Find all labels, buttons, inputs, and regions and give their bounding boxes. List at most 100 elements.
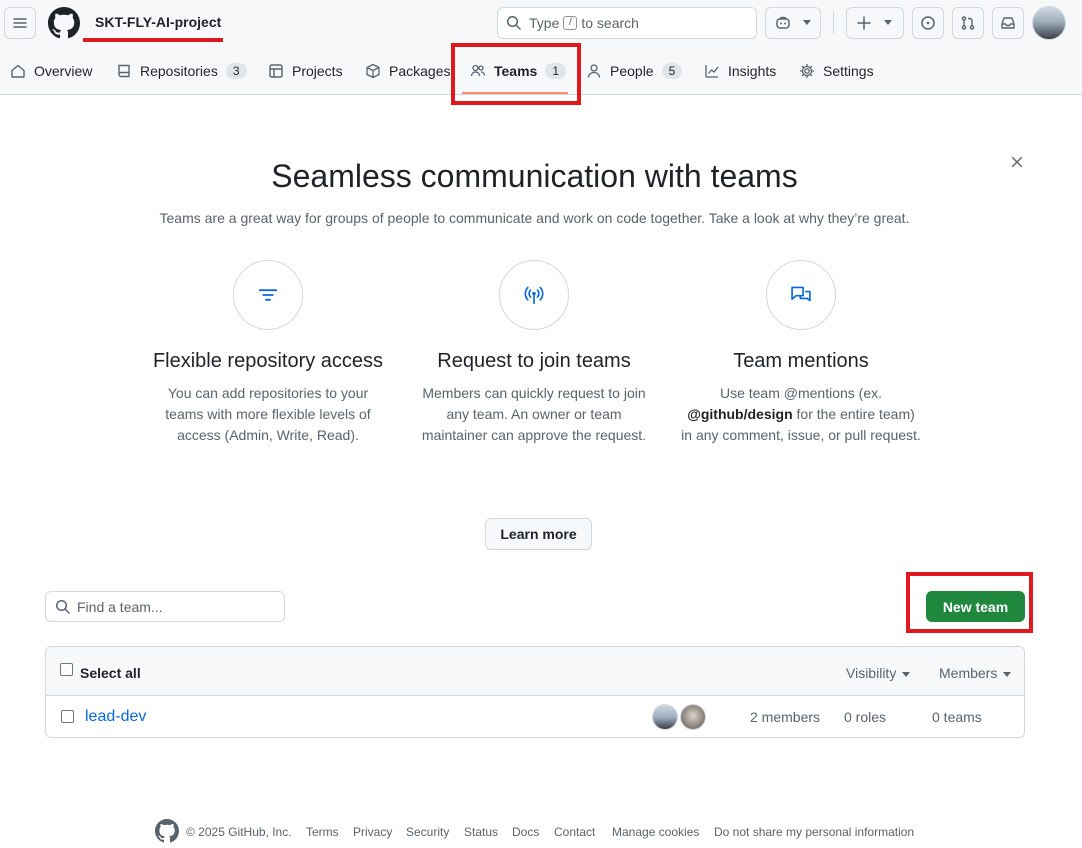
search-placeholder-pre: Type bbox=[529, 15, 560, 31]
search-shortcut-key: / bbox=[563, 16, 578, 30]
hero-title: Seamless communication with teams bbox=[271, 158, 798, 194]
chevron-down-icon bbox=[803, 20, 811, 25]
feature-request-join: Request to join teams Members can quickl… bbox=[414, 260, 654, 446]
tab-label: Overview bbox=[34, 63, 93, 79]
footer-link-status[interactable]: Status bbox=[464, 825, 498, 839]
comment-discussion-icon bbox=[791, 286, 811, 302]
inbox-button[interactable] bbox=[992, 7, 1024, 39]
feature-title: Flexible repository access bbox=[152, 350, 384, 372]
plus-icon bbox=[857, 16, 871, 30]
tab-repositories[interactable]: Repositories 3 bbox=[116, 52, 247, 90]
github-logo-icon bbox=[155, 819, 179, 843]
feature-team-mentions: Team mentions Use team @mentions (ex. @g… bbox=[681, 260, 921, 446]
chevron-down-icon bbox=[884, 20, 892, 25]
annotation-box-new-team bbox=[906, 572, 1033, 633]
table-icon bbox=[269, 64, 283, 78]
members-label: Members bbox=[939, 665, 998, 681]
person-icon bbox=[587, 64, 601, 78]
footer-link-terms[interactable]: Terms bbox=[306, 825, 339, 839]
header-divider bbox=[833, 12, 834, 34]
member-avatar[interactable] bbox=[680, 704, 706, 730]
broadcast-icon bbox=[524, 286, 544, 305]
graph-icon bbox=[705, 65, 719, 78]
footer-link-contact[interactable]: Contact bbox=[554, 825, 595, 839]
github-logo[interactable] bbox=[48, 7, 80, 39]
feature-description: Use team @mentions (ex. @github/design f… bbox=[681, 383, 921, 446]
issues-button[interactable] bbox=[912, 7, 944, 39]
annotation-box-teams-tab bbox=[451, 43, 581, 105]
teams-table: Select all Visibility Members lead-dev 2… bbox=[45, 646, 1025, 738]
search-placeholder-post: to search bbox=[581, 15, 639, 31]
select-all-label: Select all bbox=[80, 665, 141, 681]
tab-projects[interactable]: Projects bbox=[268, 52, 343, 90]
org-name-link[interactable]: SKT-FLY-AI-project bbox=[95, 14, 221, 30]
people-count: 5 bbox=[661, 63, 683, 79]
feature-icon-circle bbox=[499, 260, 569, 330]
mention-text-pre: Use team @mentions (ex. bbox=[719, 385, 883, 401]
learn-more-button[interactable]: Learn more bbox=[485, 518, 592, 550]
mention-example: @github/design bbox=[687, 406, 793, 422]
team-members-count[interactable]: 2 members bbox=[750, 709, 820, 725]
footer-link-security[interactable]: Security bbox=[406, 825, 449, 839]
copilot-icon bbox=[776, 16, 790, 29]
feature-description: Members can quickly request to join any … bbox=[421, 385, 647, 443]
hamburger-icon bbox=[13, 18, 27, 28]
menu-button[interactable] bbox=[4, 7, 36, 39]
team-row-checkbox[interactable] bbox=[61, 710, 74, 723]
tab-settings[interactable]: Settings bbox=[799, 52, 874, 90]
gear-icon bbox=[799, 63, 815, 79]
feature-title: Team mentions bbox=[733, 350, 869, 372]
chevron-down-icon bbox=[902, 671, 911, 677]
github-logo-icon bbox=[48, 7, 80, 39]
copilot-button[interactable] bbox=[765, 7, 821, 39]
tab-insights[interactable]: Insights bbox=[704, 52, 776, 90]
member-avatar[interactable] bbox=[652, 704, 678, 730]
pull-request-icon bbox=[961, 16, 975, 30]
chevron-down-icon bbox=[1003, 671, 1012, 677]
team-name-link[interactable]: lead-dev bbox=[85, 708, 146, 726]
tab-packages[interactable]: Packages bbox=[365, 52, 450, 90]
feature-description: You can add repositories to your teams w… bbox=[165, 385, 371, 443]
create-new-button[interactable] bbox=[846, 7, 904, 39]
close-icon[interactable] bbox=[1008, 153, 1026, 171]
tab-label: People bbox=[610, 63, 654, 79]
team-roles-count[interactable]: 0 roles bbox=[844, 709, 886, 725]
global-search-input[interactable]: Type / to search bbox=[497, 7, 757, 39]
inbox-icon bbox=[1001, 17, 1015, 29]
filter-icon bbox=[258, 289, 278, 301]
home-icon bbox=[11, 64, 25, 78]
find-team-input[interactable]: Find a team... bbox=[45, 591, 285, 622]
tab-label: Repositories bbox=[140, 63, 218, 79]
find-team-placeholder: Find a team... bbox=[77, 598, 163, 615]
package-icon bbox=[366, 63, 380, 79]
footer-github-logo[interactable] bbox=[155, 819, 179, 843]
footer-link-docs[interactable]: Docs bbox=[512, 825, 539, 839]
members-filter[interactable]: Members bbox=[939, 665, 1012, 681]
feature-icon-circle bbox=[766, 260, 836, 330]
user-avatar[interactable] bbox=[1032, 6, 1066, 40]
team-child-teams-count[interactable]: 0 teams bbox=[932, 709, 982, 725]
table-row: lead-dev 2 members 0 roles 0 teams bbox=[46, 696, 1024, 737]
tab-people[interactable]: People 5 bbox=[586, 52, 683, 90]
issue-icon bbox=[921, 16, 935, 30]
footer-link-privacy[interactable]: Privacy bbox=[353, 825, 392, 839]
search-icon bbox=[506, 15, 521, 30]
annotation-underline bbox=[83, 38, 223, 42]
pull-requests-button[interactable] bbox=[952, 7, 984, 39]
tab-label: Settings bbox=[823, 63, 874, 79]
search-icon bbox=[55, 599, 70, 614]
tab-overview[interactable]: Overview bbox=[10, 52, 92, 90]
select-all-checkbox[interactable] bbox=[60, 663, 73, 676]
feature-title: Request to join teams bbox=[437, 350, 631, 372]
visibility-filter[interactable]: Visibility bbox=[846, 665, 911, 681]
hero-subtitle: Teams are a great way for groups of peop… bbox=[159, 210, 910, 226]
teams-table-header: Select all Visibility Members bbox=[46, 647, 1024, 696]
tab-label: Packages bbox=[389, 63, 451, 79]
footer-link-do-not-share[interactable]: Do not share my personal information bbox=[714, 825, 914, 839]
footer-link-manage-cookies[interactable]: Manage cookies bbox=[612, 825, 699, 839]
feature-icon-circle bbox=[233, 260, 303, 330]
feature-flexible-access: Flexible repository access You can add r… bbox=[148, 260, 388, 446]
tab-label: Projects bbox=[292, 63, 343, 79]
visibility-label: Visibility bbox=[846, 665, 897, 681]
tab-label: Insights bbox=[728, 63, 777, 79]
